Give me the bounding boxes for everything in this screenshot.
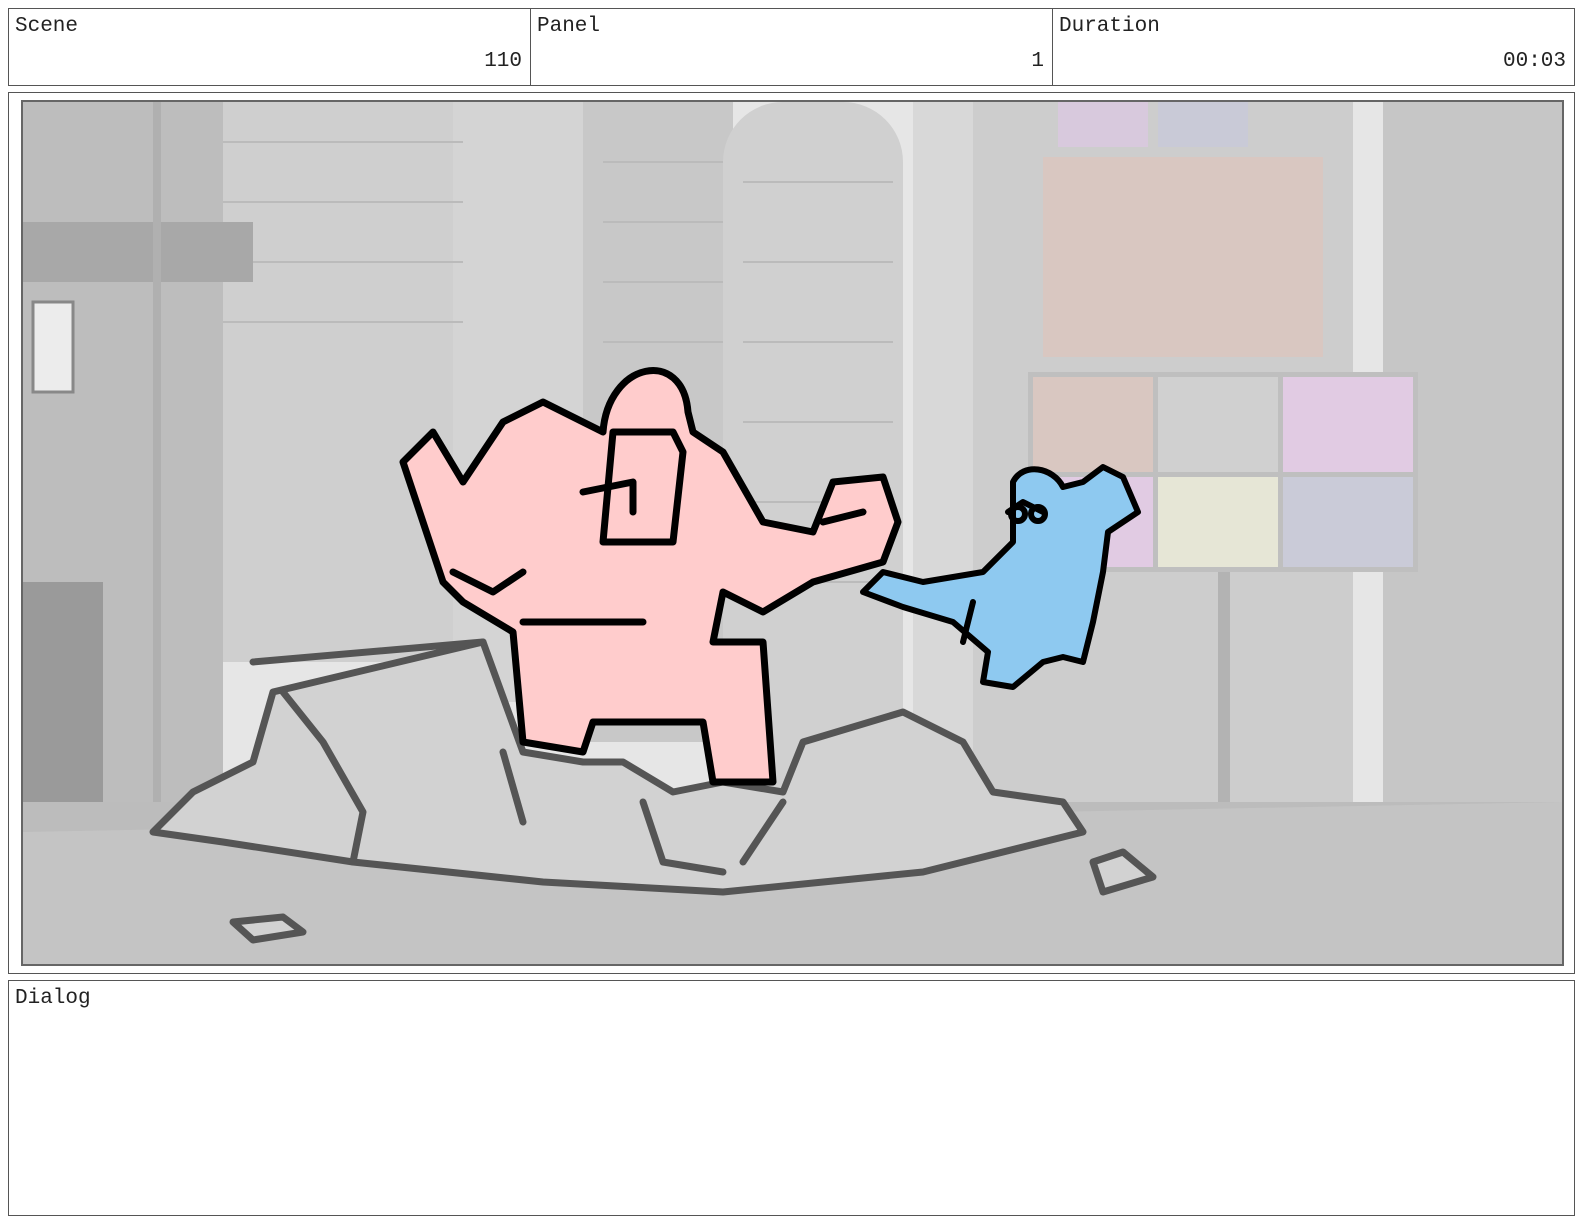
- scene-cell: Scene 110: [9, 9, 531, 85]
- storyboard-panel-image: [21, 100, 1564, 966]
- panel-value: 1: [1031, 50, 1044, 73]
- scene-label: Scene: [15, 15, 79, 38]
- panel-drawing: [23, 102, 1562, 964]
- panel-frame: [8, 92, 1575, 974]
- duration-cell: Duration 00:03: [1053, 9, 1574, 85]
- dialog-box: Dialog: [8, 980, 1575, 1216]
- panel-cell: Panel 1: [531, 9, 1053, 85]
- dialog-label: Dialog: [15, 987, 91, 1010]
- duration-label: Duration: [1059, 15, 1160, 38]
- scene-value: 110: [484, 50, 522, 73]
- storyboard-header: Scene 110 Panel 1 Duration 00:03: [8, 8, 1575, 86]
- panel-label: Panel: [537, 15, 601, 38]
- duration-value: 00:03: [1502, 50, 1566, 73]
